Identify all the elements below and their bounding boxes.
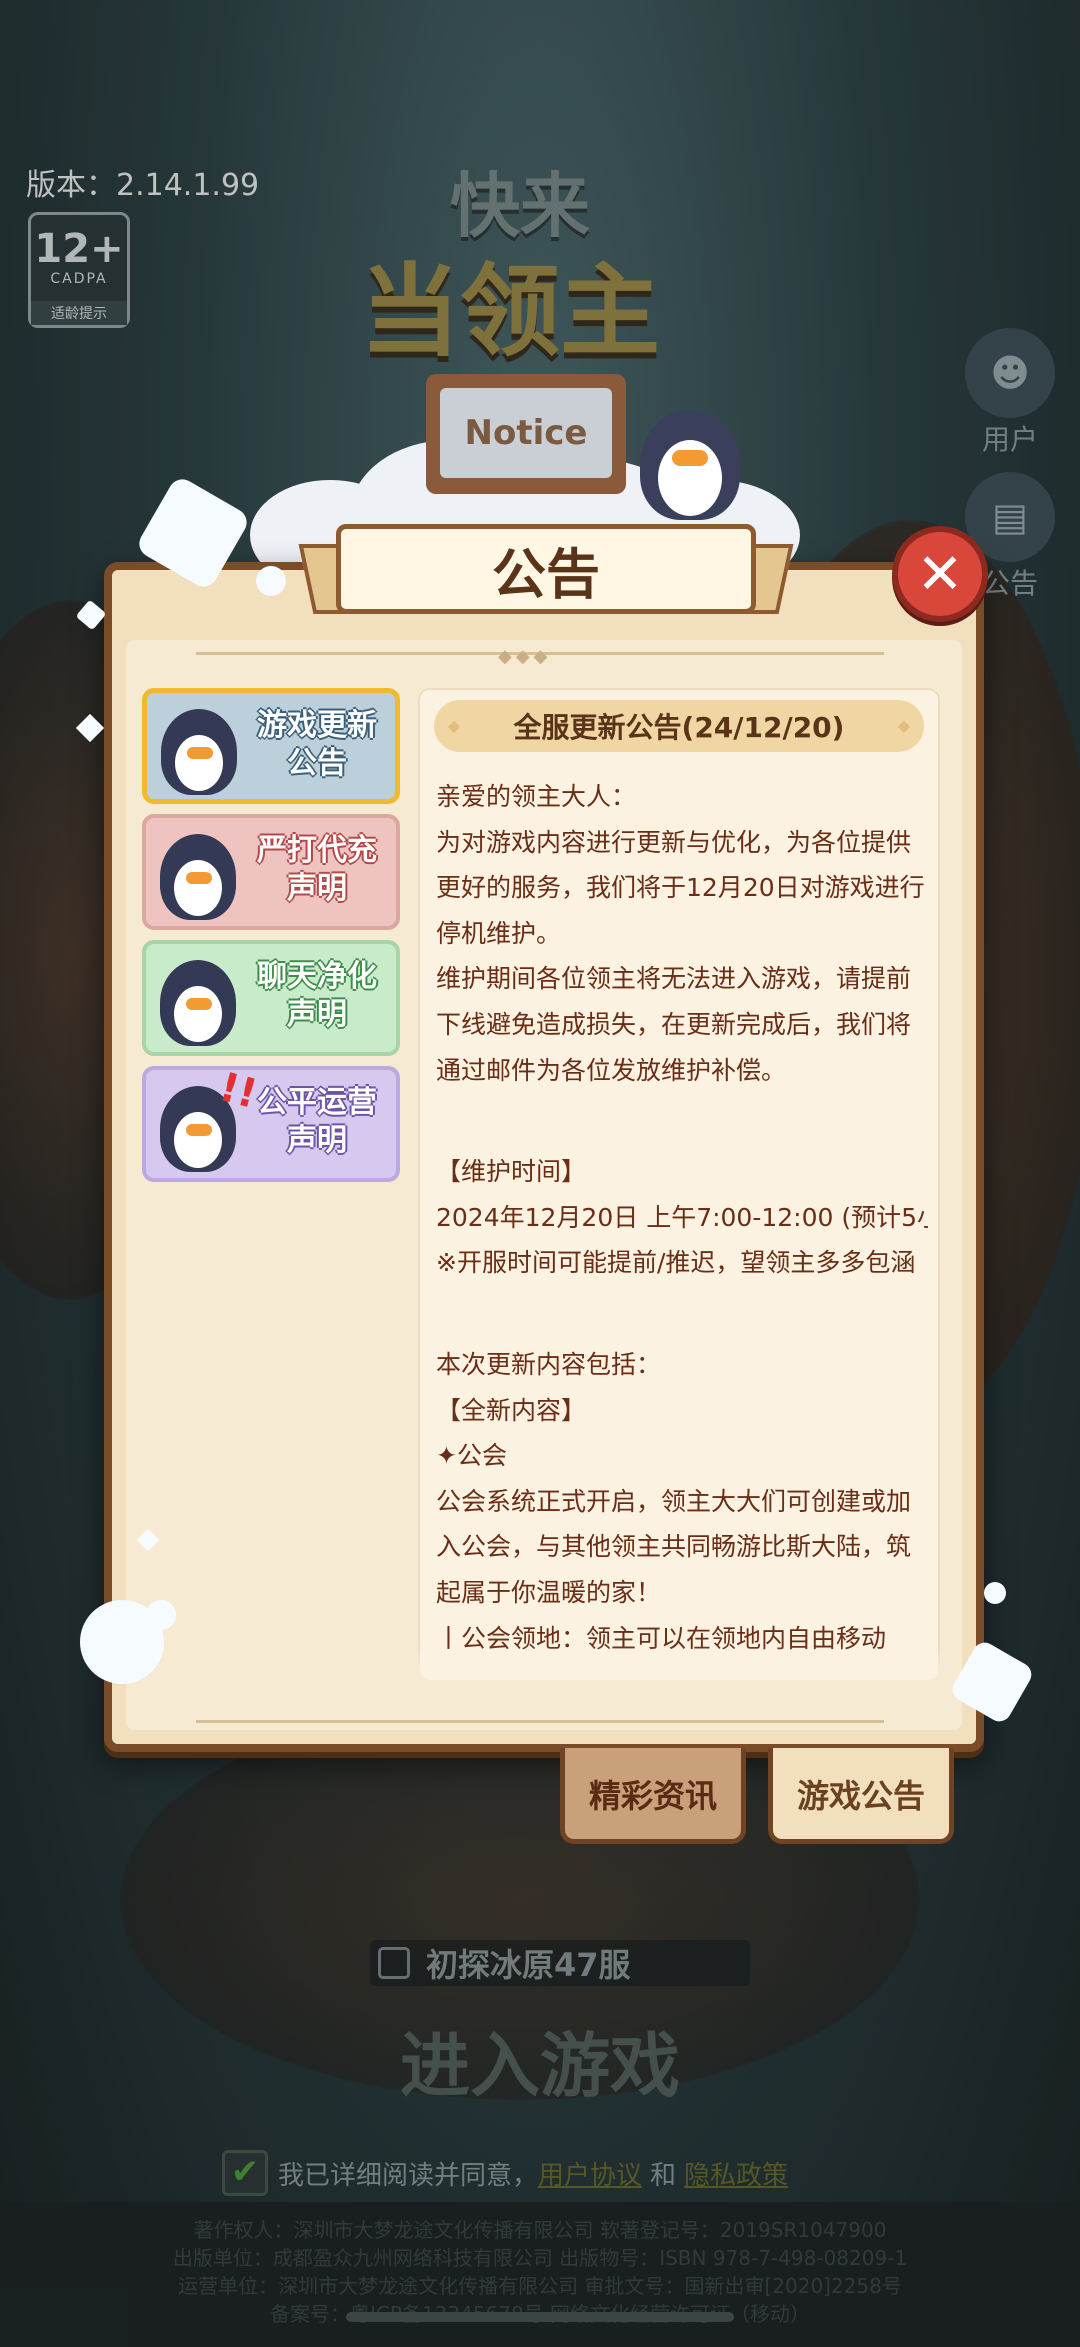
tab-label: 严打代充 [257, 833, 377, 868]
notice-heading-text: 全服更新公告(24/12/20) [513, 711, 845, 744]
notice-line: ✦公会 [436, 1441, 507, 1471]
notice-body: 亲爱的领主大人： 为对游戏内容进行更新与优化，为各位提供 更好的服务，我们将于12月… [436, 774, 928, 1661]
notice-line: 起属于你温暖的家！ [436, 1577, 662, 1607]
notice-line: 亲爱的领主大人： [436, 782, 637, 811]
notice-line: 下线避免造成损失，在更新完成后，我们将 [436, 1009, 912, 1039]
tab-chat-purify[interactable]: 聊天净化 声明 [142, 940, 400, 1056]
notice-line: 入公会，与其他领主共同畅游比斯大陆，筑 [436, 1532, 912, 1562]
close-icon: ✕ [916, 541, 964, 607]
divider-ornament: ◆◆◆ [498, 646, 552, 667]
title-ribbon: 公告 [298, 524, 794, 620]
notice-line: 2024年12月20日 上午7:00-12:00 (预计5小时) [436, 1202, 928, 1232]
snow-decoration [984, 1582, 1006, 1604]
tab-game-update[interactable]: 游戏更新 公告 [142, 688, 400, 804]
tab-label: 公告 [287, 746, 347, 781]
dialog-title: 公告 [492, 542, 600, 606]
notice-line: 为对游戏内容进行更新与优化，为各位提供 [436, 827, 912, 857]
penguin-icon [160, 834, 236, 920]
notice-board-decoration: Notice [426, 354, 626, 504]
notice-line: 更好的服务，我们将于12月20日对游戏进行 [436, 873, 925, 903]
notice-line: ※开服时间可能提前/推迟，望领主多多包涵 [436, 1248, 916, 1278]
notice-line: 停机维护。 [436, 918, 562, 948]
tab-label: 声明 [287, 1123, 347, 1158]
tab-anti-recharge[interactable]: 严打代充 声明 [142, 814, 400, 930]
divider [196, 1720, 884, 1723]
close-button[interactable]: ✕ [892, 526, 988, 622]
tab-game-notice[interactable]: 游戏公告 [768, 1748, 954, 1844]
penguin-mascot [640, 410, 740, 520]
tab-label: 聊天净化 [257, 959, 377, 994]
notice-line: 维护期间各位领主将无法进入游戏，请提前 [436, 964, 912, 994]
notice-line: 公会系统正式开启，领主大大们可创建或加 [436, 1486, 912, 1516]
tab-label: 声明 [287, 997, 347, 1032]
notice-sign: Notice [440, 388, 612, 478]
notice-line: 【维护时间】 [436, 1157, 587, 1187]
notice-content-panel[interactable]: 全服更新公告(24/12/20) 亲爱的领主大人： 为对游戏内容进行更新与优化，为… [418, 688, 940, 1680]
tab-label: 游戏更新 [257, 708, 377, 743]
snow-decoration [256, 566, 286, 596]
tab-label: 公平运营 [257, 1085, 377, 1120]
tab-label: 声明 [287, 871, 347, 906]
notice-line [436, 1093, 928, 1149]
snow-decoration [146, 1600, 176, 1630]
notice-line [436, 1286, 928, 1342]
notice-line: 【全新内容】 [436, 1395, 587, 1425]
tab-fair-operation[interactable]: 公平运营 声明 [142, 1066, 400, 1182]
penguin-icon [161, 709, 237, 795]
penguin-icon [160, 960, 236, 1046]
notice-heading: 全服更新公告(24/12/20) [434, 700, 924, 752]
tab-news[interactable]: 精彩资讯 [560, 1748, 746, 1844]
notice-line: 通过邮件为各位发放维护补偿。 [436, 1055, 787, 1085]
notice-line: 本次更新内容包括： [436, 1349, 662, 1379]
